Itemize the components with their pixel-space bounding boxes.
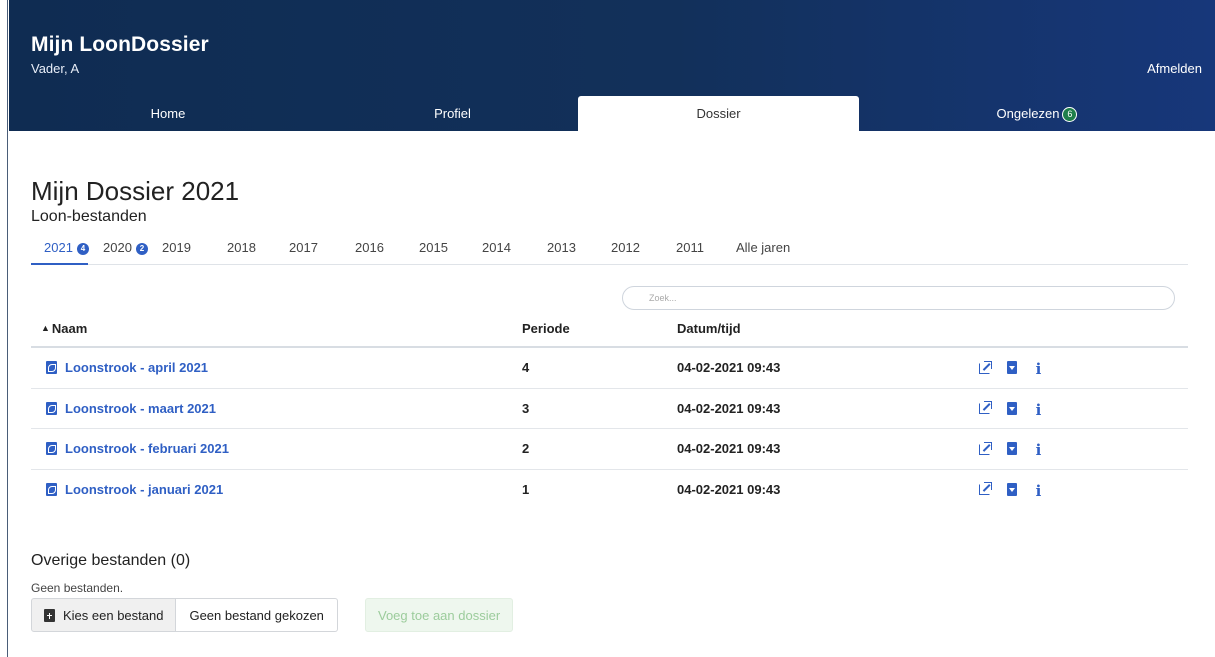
file-name: Loonstrook - januari 2021	[65, 481, 224, 497]
year-tabs: 2021 4 2020 2 2019 2018 2017 2016 2015 201…	[31, 240, 1188, 265]
file-picker: Kies een bestand Geen bestand gekozen	[31, 598, 338, 632]
table-header: ▲ Naam Periode Datum/tijd	[31, 318, 1188, 348]
external-link-icon	[979, 360, 992, 374]
choose-file-label: Kies een bestand	[63, 607, 164, 623]
open-external-button[interactable]	[978, 401, 992, 417]
file-link[interactable]: Loonstrook - februari 2021	[46, 441, 229, 456]
year-tab-label: 2020	[103, 240, 132, 255]
file-link[interactable]: Loonstrook - april 2021	[46, 360, 208, 375]
file-download-icon	[1006, 482, 1017, 496]
nav-home[interactable]: Home	[9, 96, 327, 131]
column-header-datetime[interactable]: Datum/tijd	[677, 321, 741, 336]
choose-file-button[interactable]: Kies een bestand	[31, 598, 177, 632]
info-icon[interactable]: i	[1032, 441, 1045, 459]
pdf-icon	[46, 482, 57, 496]
nav-home-label: Home	[150, 106, 186, 121]
period-cell: 3	[522, 400, 530, 416]
datetime-cell: 04-02-2021 09:43	[677, 481, 781, 497]
other-files-title: Overige bestanden (0)	[31, 552, 191, 569]
file-link[interactable]: Loonstrook - januari 2021	[46, 482, 223, 497]
logout-link[interactable]: Afmelden	[1147, 61, 1202, 76]
app-title: Mijn LoonDossier	[31, 33, 209, 56]
nav-profiel[interactable]: Profiel	[327, 96, 578, 131]
file-download-icon	[1006, 401, 1017, 415]
download-button[interactable]	[1005, 361, 1018, 377]
datetime-cell: 04-02-2021 09:43	[677, 360, 781, 375]
open-external-button[interactable]	[978, 482, 992, 498]
year-tab-2015[interactable]: 2015	[419, 240, 448, 255]
year-tab-2017[interactable]: 2017	[289, 240, 318, 255]
year-count-badge: 4	[76, 243, 89, 255]
row-actions: i	[978, 482, 1045, 500]
info-icon[interactable]: i	[1032, 360, 1045, 378]
active-tab-underline	[31, 263, 88, 265]
period-cell: 2	[522, 441, 530, 456]
row-actions: i	[978, 360, 1045, 378]
unread-count-badge: 6	[1062, 107, 1078, 122]
file-download-icon	[1006, 442, 1017, 455]
column-header-period[interactable]: Periode	[522, 321, 570, 336]
table-row: Loonstrook - april 2021 4 04-02-2021 09:…	[31, 348, 1188, 389]
open-external-button[interactable]	[978, 441, 992, 458]
download-button[interactable]	[1005, 482, 1018, 499]
year-tab-2011[interactable]: 2011	[676, 240, 704, 255]
download-button[interactable]	[1005, 442, 1018, 458]
period-cell: 1	[522, 481, 530, 497]
pdf-icon	[46, 442, 57, 455]
year-tab-2021[interactable]: 2021 4	[44, 240, 89, 255]
nav-ongelezen-label: Ongelezen	[996, 106, 1060, 121]
table-row: Loonstrook - maart 2021 3 04-02-2021 09:…	[31, 389, 1188, 429]
year-tab-2016[interactable]: 2016	[355, 240, 384, 255]
app-header: Mijn LoonDossier Vader, A Afmelden Home …	[9, 0, 1215, 131]
nav-profiel-label: Profiel	[434, 106, 471, 121]
info-icon[interactable]: i	[1032, 401, 1045, 419]
selected-file-status: Geen bestand gekozen	[176, 598, 338, 632]
row-actions: i	[978, 441, 1045, 459]
external-link-icon	[979, 441, 992, 455]
year-tab-label: 2021	[44, 240, 73, 255]
year-tab-2012[interactable]: 2012	[611, 240, 640, 255]
table-row: Loonstrook - februari 2021 2 04-02-2021 …	[31, 429, 1188, 470]
pdf-icon	[46, 361, 57, 374]
file-name: Loonstrook - februari 2021	[65, 441, 229, 456]
sort-up-icon: ▲	[41, 323, 50, 333]
files-table: ▲ Naam Periode Datum/tijd Loonstrook - ap…	[31, 318, 1188, 510]
main-nav: Home Profiel Dossier Ongelezen 6	[9, 96, 1215, 131]
year-count-badge: 2	[135, 243, 148, 255]
year-tab-2013[interactable]: 2013	[547, 240, 576, 255]
file-name: Loonstrook - maart 2021	[65, 400, 216, 416]
file-name: Loonstrook - april 2021	[65, 360, 209, 375]
file-link[interactable]: Loonstrook - maart 2021	[46, 401, 216, 416]
table-row: Loonstrook - januari 2021 1 04-02-2021 0…	[31, 470, 1188, 511]
info-icon[interactable]: i	[1032, 482, 1045, 500]
section-title: Loon-bestanden	[31, 208, 147, 225]
column-header-name[interactable]: ▲ Naam	[41, 321, 87, 336]
year-tab-2014[interactable]: 2014	[482, 240, 511, 255]
year-tab-all[interactable]: Alle jaren	[736, 240, 790, 255]
year-tab-2019[interactable]: 2019	[162, 240, 191, 255]
add-to-dossier-button[interactable]: Voeg toe aan dossier	[365, 598, 514, 632]
row-actions: i	[978, 401, 1045, 419]
page-title: Mijn Dossier 2021	[31, 176, 240, 206]
download-button[interactable]	[1005, 401, 1018, 418]
pdf-icon	[46, 401, 57, 415]
no-files-message: Geen bestanden.	[31, 581, 124, 595]
external-link-icon	[979, 401, 992, 414]
user-name: Vader, A	[31, 61, 80, 76]
year-tab-2018[interactable]: 2018	[227, 240, 256, 255]
nav-ongelezen[interactable]: Ongelezen 6	[859, 96, 1215, 131]
nav-dossier[interactable]: Dossier	[578, 96, 859, 131]
search-input[interactable]	[622, 286, 1175, 310]
file-add-icon	[44, 608, 55, 622]
column-header-name-label: Naam	[51, 321, 88, 336]
datetime-cell: 04-02-2021 09:43	[677, 441, 781, 456]
period-cell: 4	[522, 360, 530, 375]
open-external-button[interactable]	[978, 360, 992, 377]
nav-dossier-label: Dossier	[696, 106, 741, 121]
file-download-icon	[1006, 361, 1017, 374]
external-link-icon	[979, 482, 992, 495]
year-tab-2020[interactable]: 2020 2	[103, 240, 148, 255]
datetime-cell: 04-02-2021 09:43	[677, 400, 781, 416]
window-border	[0, 0, 8, 657]
